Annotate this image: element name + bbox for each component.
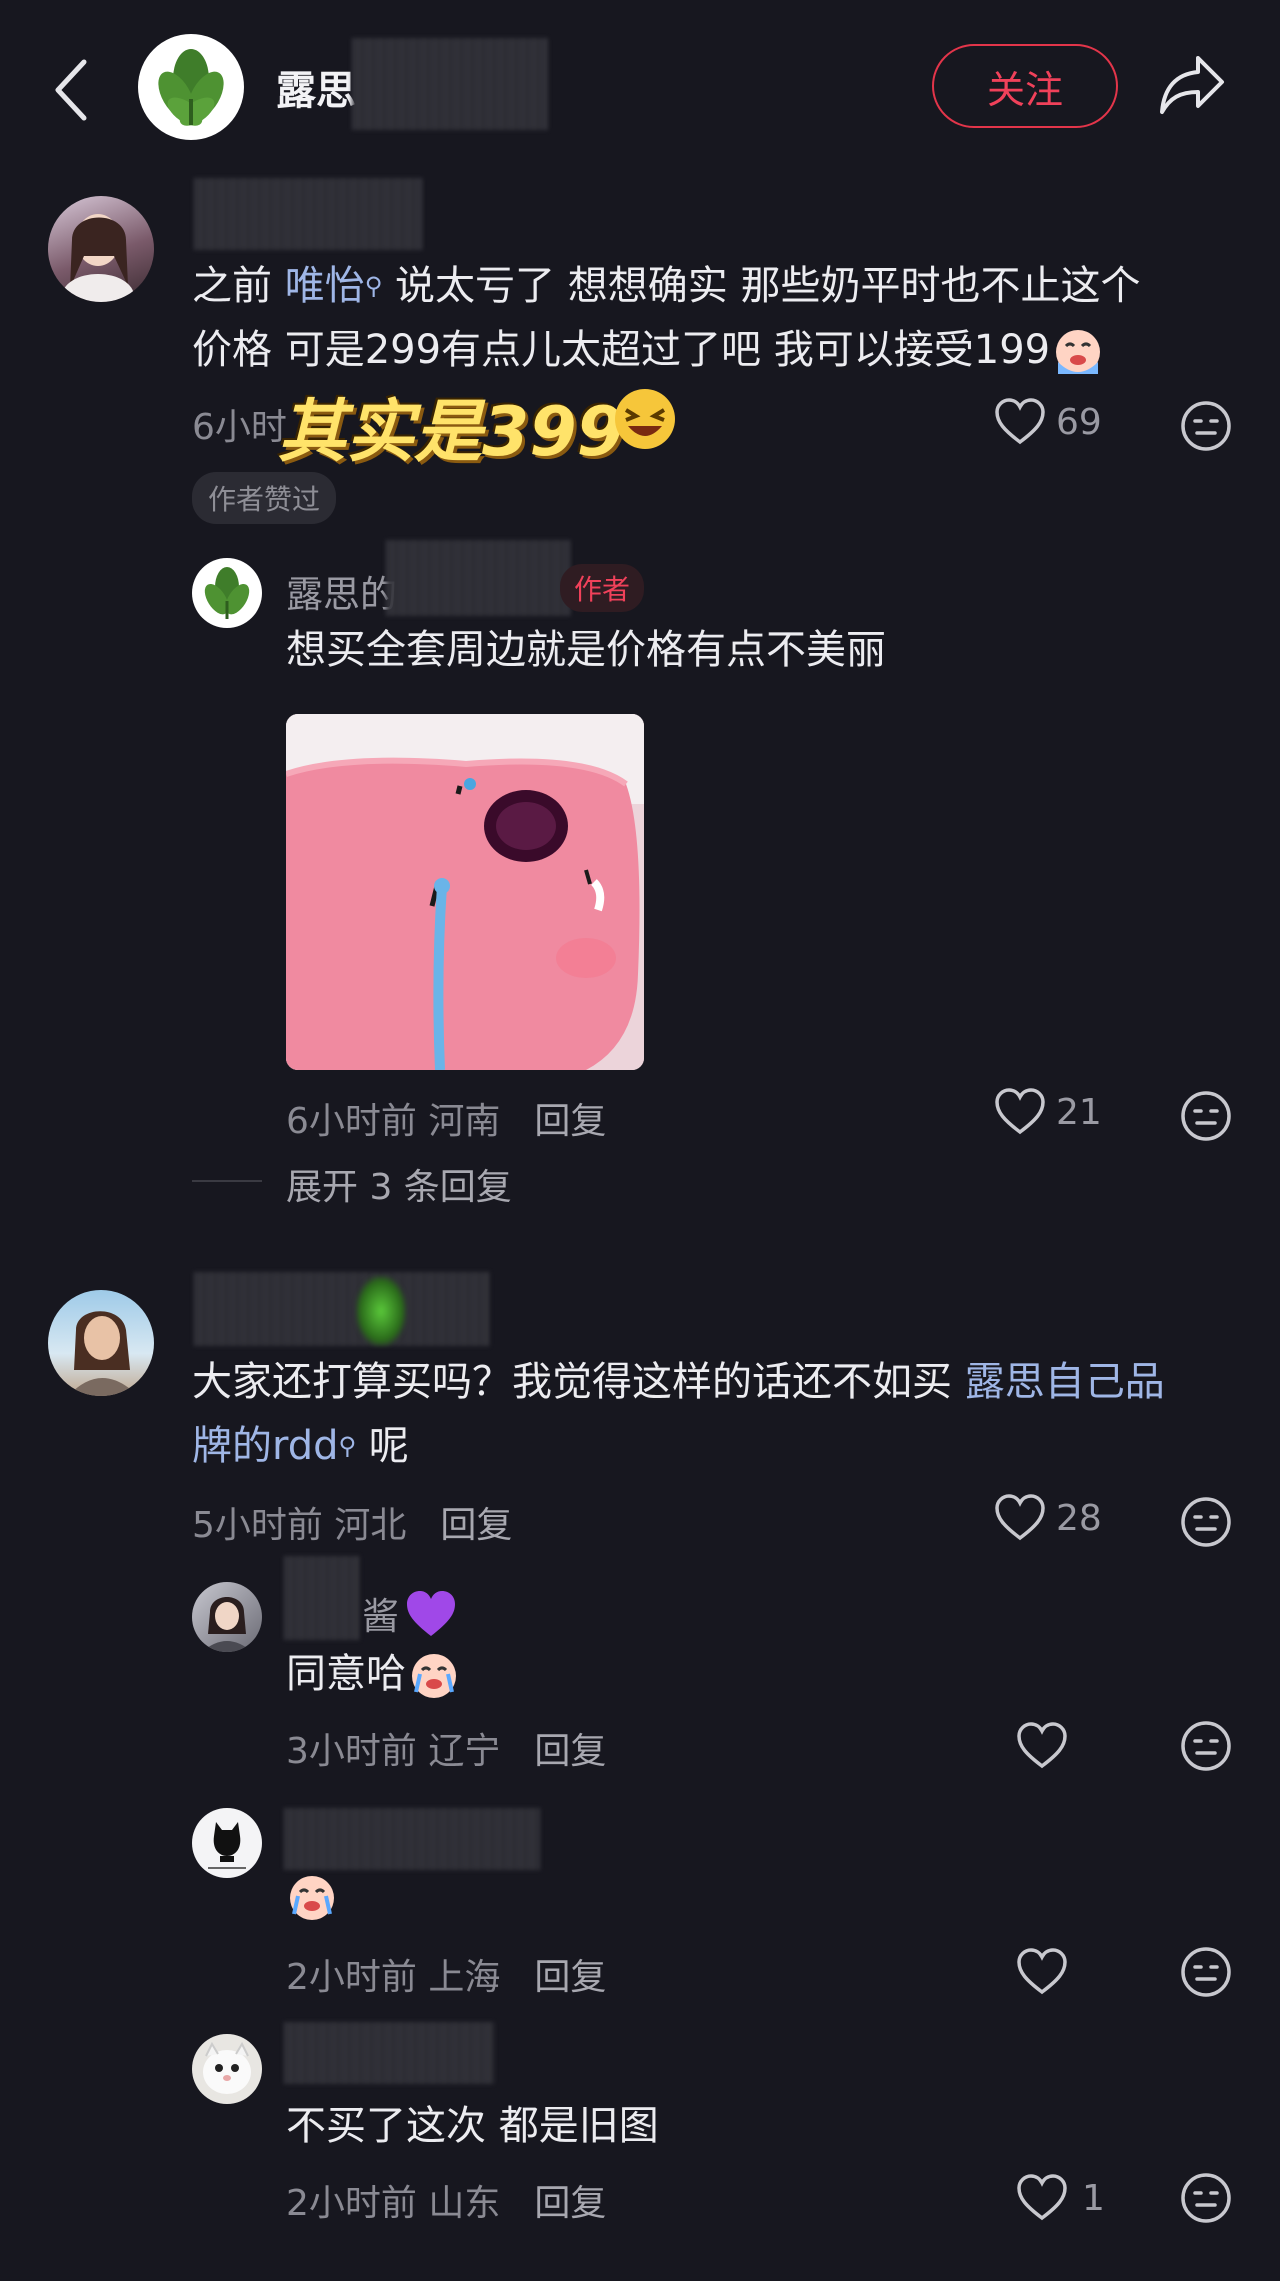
heart-icon[interactable] <box>994 1088 1046 1140</box>
laughing-emoji-icon <box>612 386 678 456</box>
expand-replies-button[interactable]: 展开 3 条回复 <box>286 1158 512 1210</box>
sticker-overlay-text: 其实是399 <box>278 393 624 472</box>
emoji-face-icon[interactable] <box>1180 1090 1232 1146</box>
reply-meta: 6小时前 河南 回复 <box>286 1101 607 1142</box>
brand-link[interactable]: 牌的rdd <box>192 1423 339 1469</box>
header-username[interactable]: 露思 <box>276 58 356 116</box>
emoji-face-icon[interactable] <box>1180 1720 1232 1776</box>
comment-text-line1: 之前 唯怡⚲ 说太亏了 想想确实 那些奶平时也不止这个 <box>192 263 1141 309</box>
crying-emoji-icon <box>286 1872 338 1928</box>
mention-link[interactable]: 唯怡 <box>285 263 365 309</box>
share-icon[interactable] <box>1158 52 1228 116</box>
reply-avatar[interactable] <box>192 2034 262 2104</box>
emoji-face-icon[interactable] <box>1180 2172 1232 2228</box>
heart-icon[interactable] <box>1016 2174 1068 2226</box>
reply-username[interactable]: 酱 <box>362 1586 457 1647</box>
blurred-commenter-name <box>194 178 422 250</box>
reply-button[interactable]: 回复 <box>440 1505 512 1546</box>
like-count: 69 <box>1056 402 1102 443</box>
crying-emoji-icon <box>408 1650 460 1702</box>
reply-button[interactable]: 回复 <box>534 1731 606 1772</box>
reply-meta: 2小时前 上海 回复 <box>286 1957 607 1998</box>
reply-button[interactable]: 回复 <box>534 1101 606 1142</box>
back-icon[interactable] <box>52 58 92 122</box>
like-count: 21 <box>1056 1092 1102 1133</box>
author-reply-avatar[interactable] <box>192 558 262 628</box>
reply-text: 想买全套周边就是价格有点不美丽 <box>286 627 886 673</box>
brand-link[interactable]: 露思自己品 <box>965 1359 1165 1405</box>
heart-icon[interactable] <box>1016 1722 1068 1774</box>
blurred-username-region <box>352 38 548 130</box>
heart-icon[interactable] <box>994 398 1046 450</box>
comment-text-line1: 大家还打算买吗？我觉得这样的话还不如买 露思自己品 <box>192 1359 1165 1405</box>
blurred-reply-name <box>284 2022 494 2084</box>
blurred-reply-name <box>386 540 570 616</box>
reply-text: 不买了这次 都是旧图 <box>286 2103 659 2149</box>
search-hint-icon: ⚲ <box>338 1432 357 1460</box>
header-avatar[interactable] <box>138 34 244 140</box>
reply-meta: 2小时前 山东 回复 <box>286 2183 607 2224</box>
emoji-face-icon[interactable] <box>1180 1496 1232 1552</box>
emoji-face-icon[interactable] <box>1180 400 1232 456</box>
like-count: 1 <box>1082 2178 1105 2219</box>
blurred-reply-name <box>284 1556 360 1640</box>
emoji-face-icon[interactable] <box>1180 1946 1232 2002</box>
commenter-avatar[interactable] <box>48 1290 154 1396</box>
follow-button[interactable]: 关注 <box>932 44 1118 128</box>
comment-text-line2: 价格 可是299有点儿太超过了吧 我可以接受199 <box>192 318 1104 382</box>
search-hint-icon: ⚲ <box>364 272 383 300</box>
comment-meta: 5小时前 河北 回复 <box>192 1505 513 1546</box>
heart-icon[interactable] <box>1016 1948 1068 2000</box>
heart-icon[interactable] <box>994 1494 1046 1546</box>
expand-divider <box>192 1180 262 1182</box>
commenter-avatar[interactable] <box>48 196 154 302</box>
blurred-reply-name <box>284 1808 540 1870</box>
comment-text-line2: 牌的rdd⚲ 呢 <box>192 1423 409 1469</box>
author-liked-badge: 作者赞过 <box>192 472 337 524</box>
name-decoration <box>356 1276 406 1346</box>
author-tag: 作者 <box>560 564 645 612</box>
reply-meta: 3小时前 辽宁 回复 <box>286 1731 607 1772</box>
crying-emoji-icon <box>1052 326 1104 378</box>
reply-button[interactable]: 回复 <box>534 2183 606 2224</box>
blurred-commenter-name <box>194 1272 490 1346</box>
reply-username[interactable]: 露思的 <box>286 564 397 618</box>
purple-heart-icon <box>405 1590 457 1647</box>
reply-button[interactable]: 回复 <box>534 1957 606 1998</box>
reply-avatar[interactable] <box>192 1808 262 1878</box>
reply-image[interactable] <box>286 714 644 1070</box>
like-count: 28 <box>1056 1498 1102 1539</box>
reply-avatar[interactable] <box>192 1582 262 1652</box>
comment-time: 6小时 <box>192 407 287 448</box>
reply-text: 同意哈 <box>286 1642 460 1706</box>
